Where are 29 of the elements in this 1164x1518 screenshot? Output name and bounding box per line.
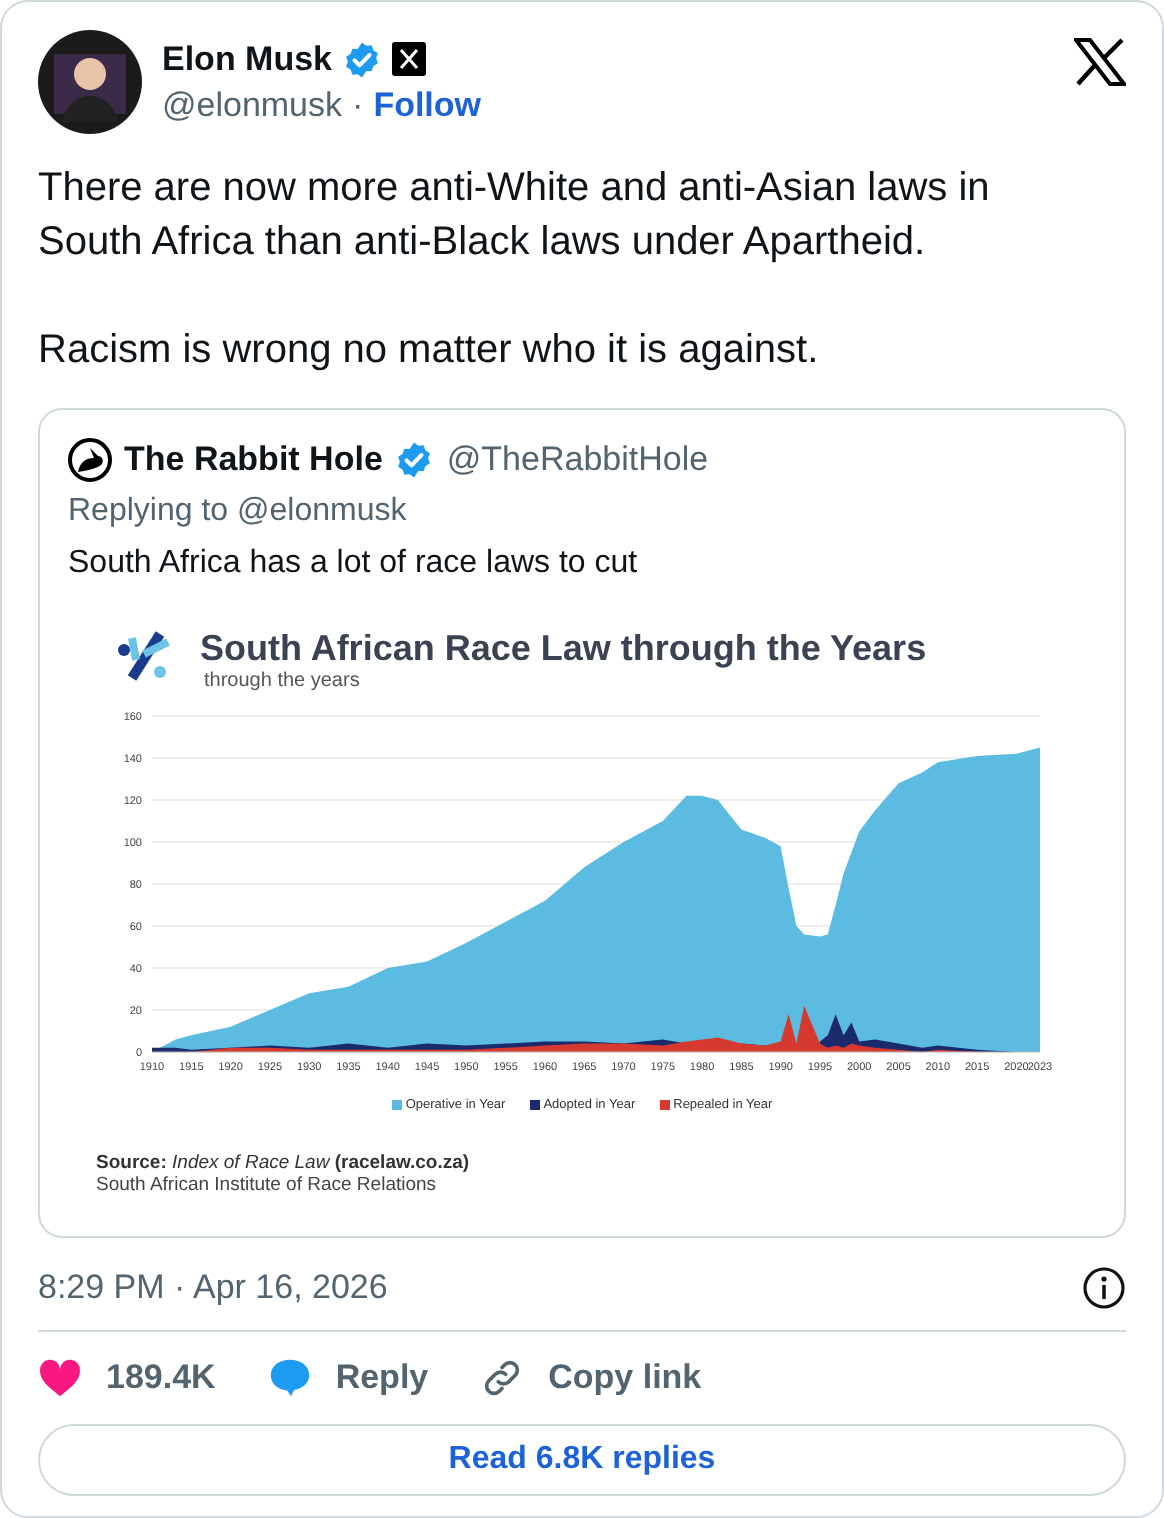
tweet-text: Racism is wrong no matter who it is against. <box>38 326 821 376</box>
tweet-text: There are now more anti-White and anti-Asian laws in South Africa than anti-Black laws under Apartheid. <box>38 164 992 268</box>
author-handle[interactable]: @elonmusk <box>162 85 343 125</box>
separator-dot: · <box>352 85 364 125</box>
follow-link[interactable]: Follow <box>373 85 482 125</box>
replying-to-text: Replying to @elonmusk <box>68 494 409 530</box>
link-icon <box>480 1356 525 1400</box>
chart-title: South African Race Law through the Years <box>200 626 927 670</box>
speech-bubble-icon <box>267 1356 312 1400</box>
avatar[interactable] <box>38 30 142 134</box>
logo-icon[interactable] <box>1074 38 1126 86</box>
source-text: Source: Index of Race Law (racelaw.co.za) <box>96 1152 472 1174</box>
author-name[interactable]: Elon Musk <box>162 39 333 79</box>
copy-button[interactable]: Copy link <box>480 1352 702 1404</box>
source-organization: South African Institute of Race Relations <box>96 1174 439 1196</box>
timestamp[interactable]: 8:29 PM · Apr 16, 2026 <box>38 1268 388 1308</box>
chart-subtitle: through the years <box>204 670 362 692</box>
quoted-author-handle: @TheRabbitHole <box>446 440 709 480</box>
heart-icon <box>38 1358 82 1398</box>
quoted-tweet-text: South Africa has a lot of race laws to cut <box>68 546 640 582</box>
rabbit-logo-icon <box>68 438 112 482</box>
info-icon[interactable] <box>1082 1266 1126 1310</box>
reply-button[interactable]: Reply <box>267 1352 429 1404</box>
quoted-author-name: The Rabbit Hole <box>124 440 383 480</box>
read-replies-button[interactable]: Read 6.8K replies <box>38 1424 1126 1496</box>
quoted-tweet-card[interactable] <box>38 408 1126 1238</box>
badge-icon <box>392 42 427 76</box>
like-button[interactable]: 189.4K <box>38 1354 216 1402</box>
logo-icon <box>116 626 176 686</box>
